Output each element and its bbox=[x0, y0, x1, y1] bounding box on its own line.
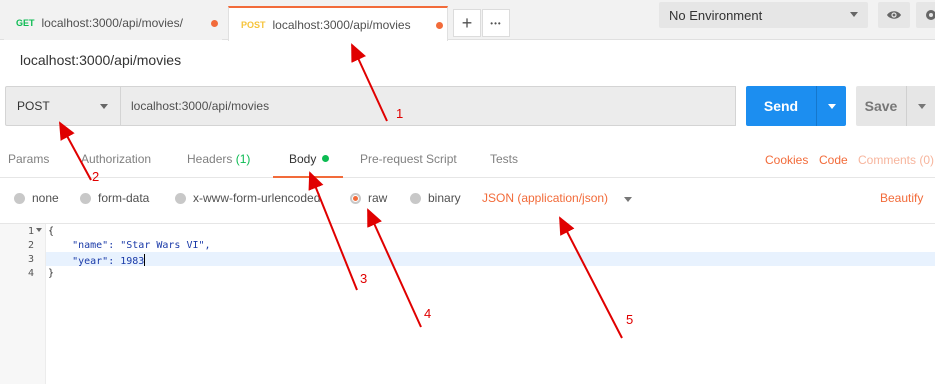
environment-select[interactable]: No Environment bbox=[659, 2, 868, 28]
radio-selected-icon bbox=[350, 192, 361, 204]
tab-url: localhost:3000/api/movies/ bbox=[41, 16, 183, 30]
ellipsis-icon: ••• bbox=[490, 18, 502, 28]
cookies-link[interactable]: Cookies bbox=[765, 153, 808, 167]
tab-url: localhost:3000/api/movies bbox=[272, 17, 411, 32]
url-value: localhost:3000/api/movies bbox=[131, 99, 270, 113]
radio-icon bbox=[410, 192, 421, 204]
chevron-down-icon bbox=[624, 197, 632, 202]
code-link[interactable]: Code bbox=[819, 153, 848, 167]
tab-body-label: Body bbox=[289, 152, 317, 166]
tab-bar: GET localhost:3000/api/movies/ POST loca… bbox=[0, 0, 935, 41]
plus-icon: + bbox=[461, 12, 473, 33]
more-tabs-button[interactable]: ••• bbox=[482, 9, 510, 37]
request-tab-get[interactable]: GET localhost:3000/api/movies/ bbox=[4, 6, 222, 40]
environment-value: No Environment bbox=[669, 7, 763, 23]
line-number-gutter: 1 2 3 4 bbox=[0, 224, 46, 384]
new-tab-button[interactable]: + bbox=[453, 9, 481, 37]
body-type-options: none form-data x-www-form-urlencoded raw… bbox=[0, 186, 935, 212]
save-button[interactable]: Save bbox=[856, 86, 906, 126]
line-number: 2 bbox=[27, 240, 34, 251]
tab-method-get: GET bbox=[16, 18, 35, 28]
fold-arrow-icon[interactable] bbox=[36, 228, 42, 232]
code-line: "year": 1983 bbox=[48, 254, 146, 267]
tab-body[interactable]: Body bbox=[289, 152, 330, 166]
code-line: { bbox=[48, 226, 55, 237]
chevron-down-icon bbox=[850, 12, 858, 17]
eye-icon bbox=[887, 11, 901, 19]
content-type-select[interactable]: JSON (application/json) bbox=[482, 191, 608, 205]
tab-method-post: POST bbox=[241, 19, 266, 30]
code-line-text: "year": 1983 bbox=[48, 256, 145, 267]
chevron-down-icon bbox=[100, 104, 108, 109]
code-line: } bbox=[48, 268, 55, 279]
request-title: localhost:3000/api/movies bbox=[20, 52, 182, 68]
method-select[interactable]: POST bbox=[5, 86, 121, 126]
line-number: 1 bbox=[27, 226, 34, 237]
line-number: 3 bbox=[27, 254, 34, 265]
option-label: raw bbox=[368, 191, 388, 205]
chevron-down-icon bbox=[918, 104, 926, 109]
body-editor[interactable]: 1 2 3 4 { "name": "Star Wars VI", "year"… bbox=[0, 223, 935, 384]
beautify-button[interactable]: Beautify bbox=[880, 191, 923, 205]
tab-prerequest-script[interactable]: Pre-request Script bbox=[360, 152, 457, 166]
active-tab-underline bbox=[273, 176, 343, 178]
body-indicator-icon bbox=[322, 155, 330, 162]
tab-params[interactable]: Params bbox=[8, 152, 49, 166]
send-options-button[interactable] bbox=[816, 86, 846, 126]
comments-link[interactable]: Comments (0) bbox=[858, 153, 935, 167]
unsaved-dot-icon bbox=[211, 20, 218, 27]
environment-quick-look-button[interactable] bbox=[878, 2, 910, 28]
request-tabs: Params Authorization Headers (1) Body Pr… bbox=[0, 140, 935, 178]
text-cursor bbox=[144, 254, 146, 266]
radio-icon bbox=[80, 192, 91, 204]
code-line: "name": "Star Wars VI", bbox=[48, 240, 211, 251]
save-options-button[interactable] bbox=[906, 86, 935, 126]
url-input[interactable]: localhost:3000/api/movies bbox=[121, 86, 736, 126]
body-option-binary[interactable]: binary bbox=[410, 191, 461, 205]
headers-count-badge: (1) bbox=[235, 152, 251, 166]
send-button[interactable]: Send bbox=[746, 86, 816, 126]
method-value: POST bbox=[17, 99, 50, 113]
chevron-down-icon bbox=[828, 104, 836, 109]
tab-headers[interactable]: Headers (1) bbox=[187, 152, 250, 166]
tab-tests[interactable]: Tests bbox=[490, 152, 518, 166]
option-label: x-www-form-urlencoded bbox=[193, 191, 321, 205]
option-label: form-data bbox=[98, 191, 150, 205]
body-option-raw[interactable]: raw bbox=[350, 191, 387, 205]
manage-environments-button[interactable] bbox=[916, 2, 935, 28]
option-label: binary bbox=[428, 191, 461, 205]
option-label: none bbox=[32, 191, 59, 205]
radio-icon bbox=[175, 192, 186, 204]
line-number: 4 bbox=[27, 268, 34, 279]
radio-icon bbox=[14, 192, 25, 204]
tab-authorization[interactable]: Authorization bbox=[81, 152, 151, 166]
request-tab-post[interactable]: POST localhost:3000/api/movies bbox=[228, 6, 448, 41]
body-option-form-data[interactable]: form-data bbox=[80, 191, 149, 205]
body-option-none[interactable]: none bbox=[14, 191, 59, 205]
body-option-urlencoded[interactable]: x-www-form-urlencoded bbox=[175, 191, 320, 205]
unsaved-dot-icon bbox=[436, 22, 443, 29]
postman-window: GET localhost:3000/api/movies/ POST loca… bbox=[0, 0, 935, 384]
gear-icon bbox=[926, 10, 935, 20]
tab-headers-label: Headers bbox=[187, 152, 233, 166]
